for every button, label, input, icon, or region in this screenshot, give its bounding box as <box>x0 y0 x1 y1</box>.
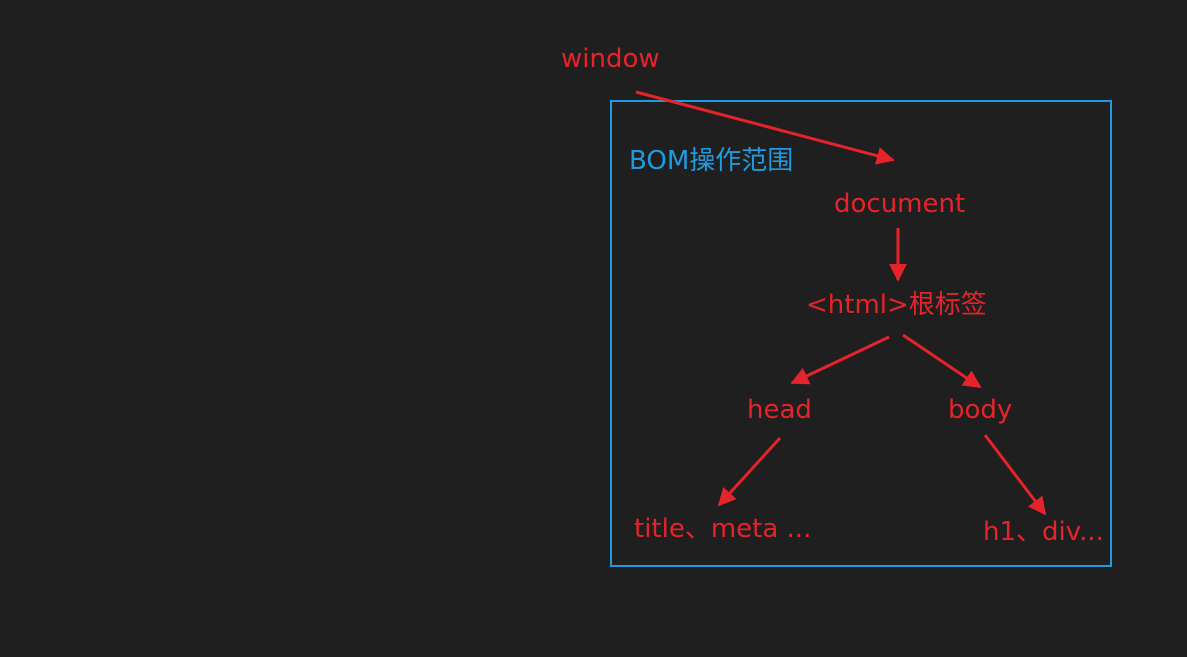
arrow-html-to-head <box>790 335 890 385</box>
diagram-arrows <box>635 90 1047 516</box>
arrow-head-to-head-children <box>717 436 782 507</box>
arrow-html-to-body <box>902 333 982 389</box>
arrow-body-to-body-children <box>983 434 1047 516</box>
arrow-window-to-document <box>635 90 895 165</box>
